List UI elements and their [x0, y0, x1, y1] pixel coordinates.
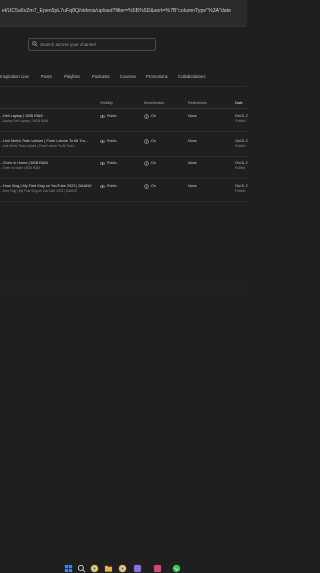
- chrome-icon[interactable]: [90, 564, 99, 573]
- column-restrictions[interactable]: Restrictions: [188, 101, 207, 105]
- monetization-value[interactable]: On: [151, 161, 156, 165]
- search-icon: [32, 41, 38, 47]
- tabs-divider: [0, 86, 247, 87]
- tab-posts[interactable]: Posts: [41, 74, 52, 79]
- browser-address-bar[interactable]: el/UC5a6xZm7_Epen5pL7uFq8Q/videos/upload…: [0, 0, 247, 27]
- eye-icon: [100, 184, 105, 189]
- svg-text:$: $: [146, 185, 148, 189]
- whatsapp-icon[interactable]: [172, 564, 181, 573]
- app-icon[interactable]: [133, 564, 142, 573]
- video-description: ...New Vlog | My First Vlog on YouTube 2…: [0, 189, 77, 193]
- monetization-value[interactable]: On: [151, 114, 156, 118]
- tab-inspiration[interactable]: Inspiration: [0, 74, 20, 79]
- dollar-icon: $: [144, 184, 149, 189]
- search-input[interactable]: Search across your channel: [28, 38, 156, 51]
- column-date[interactable]: Date: [235, 101, 243, 105]
- tab-collaborations[interactable]: Collaborations: [178, 74, 205, 79]
- visibility-value[interactable]: Public: [107, 114, 117, 118]
- date-value: Oct 8, 2: [235, 184, 248, 188]
- eye-icon: [100, 114, 105, 119]
- dollar-icon: $: [144, 114, 149, 119]
- monetization-value[interactable]: On: [151, 184, 156, 188]
- date-status: Publish: [235, 144, 246, 148]
- table-row[interactable]: ...How Vlog | My First Vlog on YouTube 2…: [0, 180, 248, 202]
- restrictions-value: None: [188, 114, 197, 118]
- video-description: ...Link Metro Train Lahore | From Lahore…: [0, 144, 77, 148]
- table-header-divider: [0, 108, 247, 109]
- table-row[interactable]: ...Oven in Home | 8GB RAM ...Oven in Hom…: [0, 157, 248, 179]
- video-title[interactable]: ...How Vlog | My First Vlog on YouTube 2…: [0, 184, 92, 188]
- column-visibility[interactable]: Visibility: [100, 101, 113, 105]
- studio-header: Search across your channel: [0, 27, 247, 63]
- search-icon[interactable]: [77, 564, 86, 573]
- eye-icon: [100, 161, 105, 166]
- video-description: ...Oven in Home | 8GB RAM: [0, 166, 40, 170]
- tab-playlists[interactable]: Playlists: [64, 74, 80, 79]
- video-description: ...Laptop Dell Laptop | 16GB RAM: [0, 119, 49, 123]
- row-divider: [0, 178, 247, 179]
- chrome-icon[interactable]: [118, 564, 127, 573]
- svg-text:$: $: [146, 162, 148, 166]
- video-title[interactable]: ...Dell Laptop | 8GB RAM: [0, 114, 43, 118]
- date-value: Oct 8, 2: [235, 161, 248, 165]
- windows-icon[interactable]: [64, 564, 73, 573]
- svg-text:$: $: [146, 140, 148, 144]
- tab-courses[interactable]: Courses: [120, 74, 136, 79]
- date-status: Publish: [235, 119, 246, 123]
- folder-icon[interactable]: [104, 564, 113, 573]
- content-tabs: Inspiration Live Posts Playlists Podcast…: [0, 74, 247, 84]
- tab-podcasts[interactable]: Podcasts: [92, 74, 110, 79]
- restrictions-value: None: [188, 184, 197, 188]
- visibility-value[interactable]: Public: [107, 161, 117, 165]
- date-value: Oct 8, 2: [235, 114, 248, 118]
- date-status: Publish: [235, 166, 246, 170]
- windows-taskbar: [0, 280, 247, 573]
- dollar-icon: $: [144, 139, 149, 144]
- tab-live[interactable]: Live: [21, 74, 29, 79]
- visibility-value[interactable]: Public: [107, 139, 117, 143]
- visibility-value[interactable]: Public: [107, 184, 117, 188]
- table-row[interactable]: ...Dell Laptop | 8GB RAM ...Laptop Dell …: [0, 110, 248, 132]
- date-value: Oct 8, 2: [235, 139, 248, 143]
- video-title[interactable]: ...Link Metro Train Lahore | From Lahore…: [0, 139, 88, 143]
- row-divider: [0, 201, 247, 202]
- row-divider: [0, 131, 247, 132]
- tab-promotions[interactable]: Promotions: [146, 74, 168, 79]
- eye-icon: [100, 139, 105, 144]
- svg-text:$: $: [146, 115, 148, 119]
- url-text[interactable]: el/UC5a6xZm7_Epen5pL7uFq8Q/videos/upload…: [2, 8, 247, 14]
- dollar-icon: $: [144, 161, 149, 166]
- restrictions-value: None: [188, 139, 197, 143]
- video-title[interactable]: ...Oven in Home | 8GB RAM: [0, 161, 48, 165]
- restrictions-value: None: [188, 161, 197, 165]
- monetization-value[interactable]: On: [151, 139, 156, 143]
- app-icon[interactable]: [153, 564, 162, 573]
- date-status: Publish: [235, 189, 246, 193]
- table-row[interactable]: ...Link Metro Train Lahore | From Lahore…: [0, 135, 248, 157]
- search-placeholder: Search across your channel: [40, 42, 96, 47]
- column-monetization[interactable]: Monetization: [144, 101, 164, 105]
